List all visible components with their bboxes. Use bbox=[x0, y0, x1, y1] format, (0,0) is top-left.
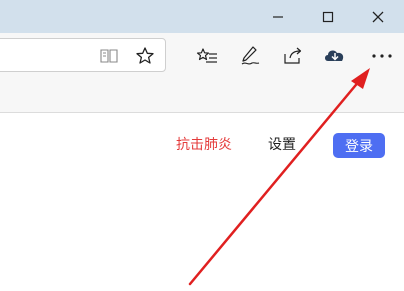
reading-view-icon bbox=[100, 49, 118, 63]
share-icon bbox=[284, 47, 302, 64]
more-options-icon bbox=[372, 54, 392, 58]
maximize-button[interactable] bbox=[305, 0, 351, 33]
minimize-button[interactable] bbox=[255, 0, 301, 33]
web-note-button[interactable] bbox=[238, 44, 262, 68]
share-button[interactable] bbox=[281, 44, 305, 68]
close-button[interactable] bbox=[355, 0, 401, 33]
favorites-button[interactable] bbox=[195, 44, 219, 68]
favorite-star-icon bbox=[136, 47, 154, 64]
login-button[interactable]: 登录 bbox=[333, 133, 385, 158]
settings-link[interactable]: 设置 bbox=[268, 135, 296, 155]
more-options-button[interactable] bbox=[370, 44, 394, 68]
title-bar bbox=[0, 0, 404, 33]
maximize-icon bbox=[322, 11, 334, 22]
favorites-list-icon bbox=[196, 48, 217, 63]
reading-view-button[interactable] bbox=[97, 44, 121, 68]
login-button-label: 登录 bbox=[345, 138, 373, 155]
favorites-bar bbox=[0, 78, 404, 113]
add-favorite-button[interactable] bbox=[133, 44, 157, 68]
downloads-button[interactable] bbox=[323, 44, 347, 68]
close-icon bbox=[372, 11, 384, 22]
promo-link[interactable]: 抗击肺炎 bbox=[176, 135, 232, 155]
downloads-icon bbox=[325, 50, 344, 61]
web-note-pen-icon bbox=[241, 46, 260, 65]
minimize-icon bbox=[273, 15, 283, 18]
